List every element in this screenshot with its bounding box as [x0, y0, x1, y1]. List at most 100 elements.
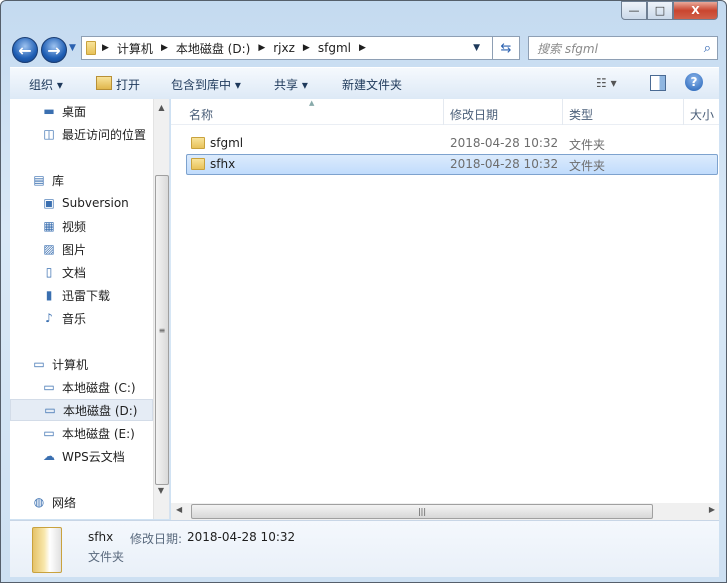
- address-bar[interactable]: ▶ 计算机 ▶ 本地磁盘 (D:) ▶ rjxz ▶ sfgml ▶ ▼: [81, 36, 493, 60]
- sidebar-item[interactable]: ▨ 图片: [10, 238, 153, 260]
- command-bar: 组织 ▾ 打开 包含到库中 ▾ 共享 ▾ 新建文件夹 ☷ ▾ ?: [10, 67, 719, 99]
- column-type[interactable]: 类型: [569, 106, 593, 123]
- horizontal-scroll-thumb[interactable]: |||: [191, 504, 653, 519]
- share-button[interactable]: 共享 ▾: [274, 76, 308, 93]
- column-divider[interactable]: [443, 99, 444, 125]
- music-icon: ♪: [45, 311, 53, 325]
- sidebar-item[interactable]: ▦ 视频: [10, 215, 153, 237]
- change-view-icon[interactable]: ☷ ▾: [596, 76, 617, 90]
- help-icon[interactable]: ?: [685, 73, 703, 91]
- forward-button[interactable]: →: [41, 37, 67, 63]
- drive-icon: ▭: [44, 403, 56, 417]
- preview-pane-button[interactable]: [650, 75, 666, 91]
- recent-icon: ◫: [43, 127, 55, 141]
- search-placeholder: 搜索 sfgml: [537, 41, 598, 56]
- sidebar-item[interactable]: ▭ 本地磁盘 (D:): [10, 399, 153, 421]
- organize-button[interactable]: 组织 ▾: [29, 76, 63, 93]
- nav-vertical-scrollbar[interactable]: ▲ ≡ ▼: [153, 99, 169, 519]
- drive-icon: ▭: [43, 380, 55, 394]
- file-name: sfgml: [210, 136, 244, 150]
- file-type: 文件夹: [569, 138, 606, 152]
- refresh-button[interactable]: ⇆: [492, 36, 520, 60]
- column-divider[interactable]: [683, 99, 684, 125]
- column-size[interactable]: 大小: [690, 106, 714, 123]
- scroll-down-arrow[interactable]: ▼: [154, 486, 168, 495]
- network-icon: ◍: [33, 495, 45, 509]
- column-divider[interactable]: [562, 99, 563, 125]
- address-separator[interactable]: ▶: [359, 43, 366, 53]
- include-in-library-button[interactable]: 包含到库中 ▾: [171, 76, 241, 93]
- cloud-icon: ☁: [43, 449, 55, 463]
- recent-pages-dropdown-icon[interactable]: ▼: [69, 43, 76, 53]
- sidebar-item[interactable]: ▬ 桌面: [10, 100, 153, 122]
- sidebar-item[interactable]: ☁ WPS云文档: [10, 445, 153, 467]
- caption-buttons: — □ X: [621, 1, 718, 21]
- nav-scroll-thumb[interactable]: ≡: [155, 175, 169, 485]
- breadcrumb-drive-d[interactable]: 本地磁盘 (D:): [176, 40, 250, 57]
- details-pane: sfhx 修改日期: 2018-04-28 10:32 文件夹: [10, 520, 719, 577]
- sidebar-item[interactable]: ▯ 文档: [10, 261, 153, 283]
- sidebar-item-label: 本地磁盘 (D:): [63, 403, 138, 418]
- details-name: sfhx: [88, 530, 114, 544]
- explorer-window: — □ X ← → ▼ ▶ 计算机 ▶ 本地磁盘 (D:) ▶ rjxz ▶ s…: [0, 0, 727, 583]
- sidebar-item[interactable]: ▭ 本地磁盘 (E:): [10, 422, 153, 444]
- navigation-pane: ◍ 网络 ☁ WPS云文档 ▭ 本地磁盘 (E:) ▭ 本地磁盘 (D:) ▭ 本地磁盘 (C:)…: [10, 99, 170, 519]
- document-icon: ▯: [45, 265, 53, 279]
- open-button[interactable]: 打开: [116, 76, 140, 93]
- sidebar-item-label: 图片: [62, 242, 87, 257]
- column-header: 名称 ▲ 修改日期 类型 大小: [171, 99, 719, 125]
- file-modified: 2018-04-28 10:32: [450, 136, 559, 150]
- sidebar-item-label: Subversion: [62, 196, 129, 210]
- file-name: sfhx: [210, 157, 236, 171]
- address-dropdown-icon[interactable]: ▼: [473, 43, 480, 53]
- sidebar-item[interactable]: ▭ 本地磁盘 (C:): [10, 376, 153, 398]
- column-modified[interactable]: 修改日期: [450, 106, 498, 123]
- breadcrumb-sfgml[interactable]: sfgml: [318, 41, 351, 55]
- new-folder-button[interactable]: 新建文件夹: [342, 76, 402, 93]
- sidebar-item-label: 本地磁盘 (E:): [62, 426, 135, 441]
- sidebar-item-label: 视频: [62, 219, 87, 234]
- address-separator[interactable]: ▶: [102, 43, 109, 53]
- close-button[interactable]: X: [673, 1, 718, 20]
- details-modified-label: 修改日期:: [130, 532, 183, 546]
- minimize-button[interactable]: —: [621, 1, 647, 20]
- sidebar-item[interactable]: ▮ 迅雷下载: [10, 284, 153, 306]
- breadcrumb-rjxz[interactable]: rjxz: [273, 41, 295, 55]
- address-separator[interactable]: ▶: [303, 43, 310, 53]
- back-button[interactable]: ←: [12, 37, 38, 63]
- details-type: 文件夹: [88, 550, 125, 564]
- picture-icon: ▨: [43, 242, 55, 256]
- sidebar-item[interactable]: ▤ 库: [10, 169, 153, 191]
- sidebar-item[interactable]: ◍ 网络: [10, 491, 153, 513]
- sidebar-item-label: 文档: [62, 265, 87, 280]
- search-icon[interactable]: ⌕: [704, 41, 711, 56]
- library-icon: ▤: [33, 173, 45, 187]
- sidebar-item[interactable]: ♪ 音乐: [10, 307, 153, 329]
- folder-icon: [191, 137, 205, 149]
- scroll-up-arrow[interactable]: ▲: [154, 103, 169, 112]
- address-separator[interactable]: ▶: [161, 43, 168, 53]
- sidebar-item-label: 网络: [52, 495, 77, 510]
- search-input[interactable]: 搜索 sfgml ⌕: [528, 36, 718, 60]
- scroll-left-arrow[interactable]: ◀: [176, 505, 182, 514]
- maximize-button[interactable]: □: [647, 1, 673, 20]
- horizontal-scrollbar[interactable]: ◀ ||| ▶: [171, 503, 719, 520]
- open-icon: [96, 76, 112, 90]
- file-row[interactable]: sfgml 2018-04-28 10:32 文件夹: [186, 133, 718, 154]
- sidebar-item-label: 本地磁盘 (C:): [62, 380, 136, 395]
- file-list: 名称 ▲ 修改日期 类型 大小 sfgml 2018-04-28 10:32 文…: [171, 99, 719, 520]
- column-name[interactable]: 名称: [189, 106, 213, 123]
- sidebar-item-label: 迅雷下载: [62, 288, 111, 303]
- sidebar-item-label: 库: [52, 173, 65, 188]
- breadcrumb-computer[interactable]: 计算机: [117, 40, 153, 57]
- sidebar-item[interactable]: ▣ Subversion: [10, 192, 153, 214]
- sidebar-item[interactable]: ▭ 计算机: [10, 353, 153, 375]
- address-separator[interactable]: ▶: [258, 43, 265, 53]
- sidebar-item[interactable]: ◫ 最近访问的位置: [10, 123, 153, 145]
- video-icon: ▦: [43, 219, 55, 233]
- scroll-right-arrow[interactable]: ▶: [709, 505, 715, 514]
- details-modified: 2018-04-28 10:32: [187, 530, 296, 544]
- sort-ascending-icon: ▲: [309, 99, 315, 107]
- file-row-selected[interactable]: sfhx 2018-04-28 10:32 文件夹: [186, 154, 718, 175]
- subversion-icon: ▣: [43, 196, 55, 210]
